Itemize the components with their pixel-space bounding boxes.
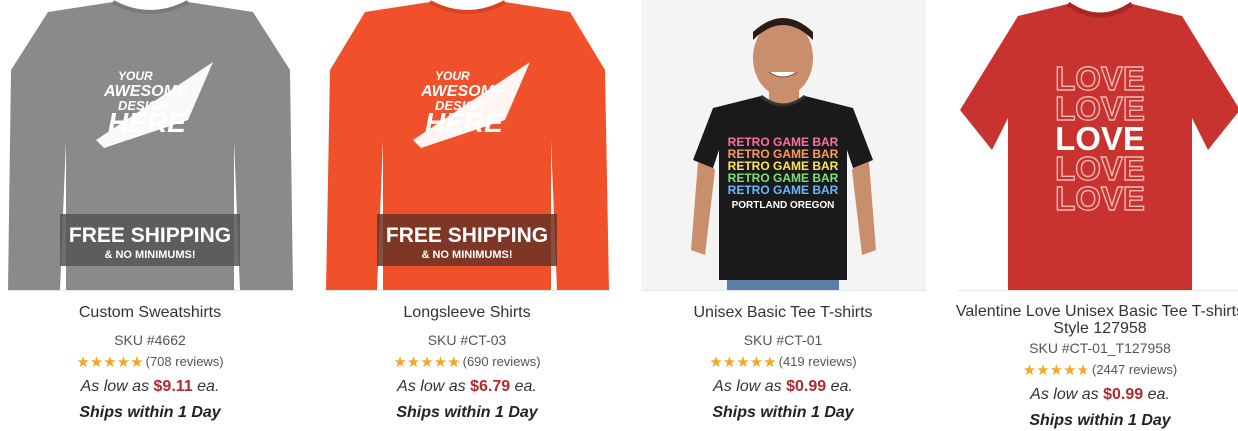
ships-info: Ships within 1 Day bbox=[0, 403, 300, 423]
product-rating: ★★★★★ (690 reviews) bbox=[317, 353, 617, 371]
price-prefix: As low as bbox=[1030, 386, 1098, 403]
star-icon: ★ bbox=[434, 355, 447, 370]
rating-stars: ★★★★★ bbox=[709, 355, 776, 370]
product-sku: SKU #4662 bbox=[0, 331, 300, 349]
image-divider bbox=[8, 290, 293, 291]
product-name[interactable]: Valentine Love Unisex Basic Tee T-shirts… bbox=[950, 303, 1238, 339]
review-count[interactable]: (690 reviews) bbox=[463, 353, 541, 371]
star-icon: ★ bbox=[90, 355, 103, 370]
star-icon: ★ bbox=[750, 355, 763, 370]
product-image[interactable]: LOVE LOVE LOVE LOVE LOVE bbox=[958, 0, 1238, 290]
ships-info: Ships within 1 Day bbox=[317, 403, 617, 423]
image-divider bbox=[641, 290, 926, 291]
price-line: As low as $0.99 ea. bbox=[950, 385, 1238, 405]
product-rating: ★★★★★ (2447 reviews) bbox=[950, 361, 1238, 379]
product-card[interactable]: YOUR AWESOME DESIGN HERE FREE SHIPPING &… bbox=[0, 0, 300, 428]
review-count[interactable]: (2447 reviews) bbox=[1092, 361, 1177, 379]
product-sku: SKU #CT-03 bbox=[317, 331, 617, 349]
image-divider bbox=[325, 290, 610, 291]
product-card[interactable]: YOUR AWESOME DESIGN HERE FREE SHIPPING &… bbox=[317, 0, 617, 428]
star-icon: ★ bbox=[447, 355, 460, 370]
star-icon: ★ bbox=[709, 355, 722, 370]
price-prefix: As low as bbox=[397, 378, 465, 395]
print-text-line: HERE bbox=[108, 107, 187, 138]
product-price: $9.11 bbox=[154, 378, 193, 395]
star-icon: ★ bbox=[1023, 363, 1036, 378]
product-image[interactable]: RETRO GAME BAR RETRO GAME BAR RETRO GAME… bbox=[641, 0, 926, 290]
product-sku: SKU #CT-01 bbox=[633, 331, 933, 349]
review-count[interactable]: (419 reviews) bbox=[779, 353, 857, 371]
product-sku: SKU #CT-01_T127958 bbox=[950, 339, 1238, 357]
star-icon: ★ bbox=[420, 355, 433, 370]
star-icon: ★ bbox=[1063, 363, 1076, 378]
price-line: As low as $6.79 ea. bbox=[317, 377, 617, 397]
print-row: RETRO GAME BAR bbox=[727, 183, 838, 197]
ships-info: Ships within 1 Day bbox=[633, 403, 933, 423]
product-card[interactable]: RETRO GAME BAR RETRO GAME BAR RETRO GAME… bbox=[633, 0, 933, 428]
badge-line2: & NO MINIMUMS! bbox=[104, 249, 195, 261]
price-suffix: ea. bbox=[1148, 386, 1170, 403]
product-name[interactable]: Custom Sweatshirts bbox=[0, 303, 300, 325]
print-text-line: HERE bbox=[425, 107, 504, 138]
print-row: LOVE bbox=[1055, 180, 1145, 217]
ships-info: Ships within 1 Day bbox=[950, 411, 1238, 431]
product-image[interactable]: YOUR AWESOME DESIGN HERE FREE SHIPPING &… bbox=[325, 0, 610, 290]
star-icon: ★ bbox=[1036, 363, 1049, 378]
star-icon: ★ bbox=[1050, 363, 1063, 378]
price-line: As low as $9.11 ea. bbox=[0, 377, 300, 397]
rating-stars: ★★★★★ bbox=[393, 355, 460, 370]
star-icon: ★ bbox=[117, 355, 130, 370]
price-suffix: ea. bbox=[197, 378, 219, 395]
badge-line1: FREE SHIPPING bbox=[68, 224, 230, 247]
print-footer: PORTLAND OREGON bbox=[731, 200, 834, 211]
star-icon: ★ bbox=[723, 355, 736, 370]
product-grid: YOUR AWESOME DESIGN HERE FREE SHIPPING &… bbox=[0, 0, 1238, 428]
price-suffix: ea. bbox=[515, 378, 537, 395]
star-icon: ★ bbox=[76, 355, 89, 370]
product-name[interactable]: Longsleeve Shirts bbox=[317, 303, 617, 325]
star-icon: ★ bbox=[736, 355, 749, 370]
price-prefix: As low as bbox=[713, 378, 781, 395]
product-image[interactable]: YOUR AWESOME DESIGN HERE FREE SHIPPING &… bbox=[8, 0, 293, 290]
rating-stars: ★★★★★ bbox=[76, 355, 143, 370]
star-icon: ★ bbox=[103, 355, 116, 370]
star-half-icon: ★ bbox=[1077, 363, 1090, 378]
price-suffix: ea. bbox=[831, 378, 853, 395]
image-divider bbox=[958, 290, 1238, 291]
product-card[interactable]: LOVE LOVE LOVE LOVE LOVE Valentine Love … bbox=[950, 0, 1238, 428]
price-prefix: As low as bbox=[81, 378, 149, 395]
review-count[interactable]: (708 reviews) bbox=[146, 353, 224, 371]
product-rating: ★★★★★ (708 reviews) bbox=[0, 353, 300, 371]
badge-line2: & NO MINIMUMS! bbox=[421, 249, 512, 261]
print-text-line: YOUR bbox=[118, 69, 153, 83]
product-rating: ★★★★★ (419 reviews) bbox=[633, 353, 933, 371]
product-price: $0.99 bbox=[786, 378, 826, 395]
badge-line1: FREE SHIPPING bbox=[385, 224, 547, 247]
star-icon: ★ bbox=[763, 355, 776, 370]
star-icon: ★ bbox=[407, 355, 420, 370]
product-price: $0.99 bbox=[1103, 386, 1143, 403]
product-price: $6.79 bbox=[470, 378, 510, 395]
product-name[interactable]: Unisex Basic Tee T-shirts bbox=[633, 303, 933, 325]
print-text-line: YOUR bbox=[435, 69, 470, 83]
star-icon: ★ bbox=[130, 355, 143, 370]
price-line: As low as $0.99 ea. bbox=[633, 377, 933, 397]
rating-stars: ★★★★★ bbox=[1023, 363, 1090, 378]
star-icon: ★ bbox=[393, 355, 406, 370]
